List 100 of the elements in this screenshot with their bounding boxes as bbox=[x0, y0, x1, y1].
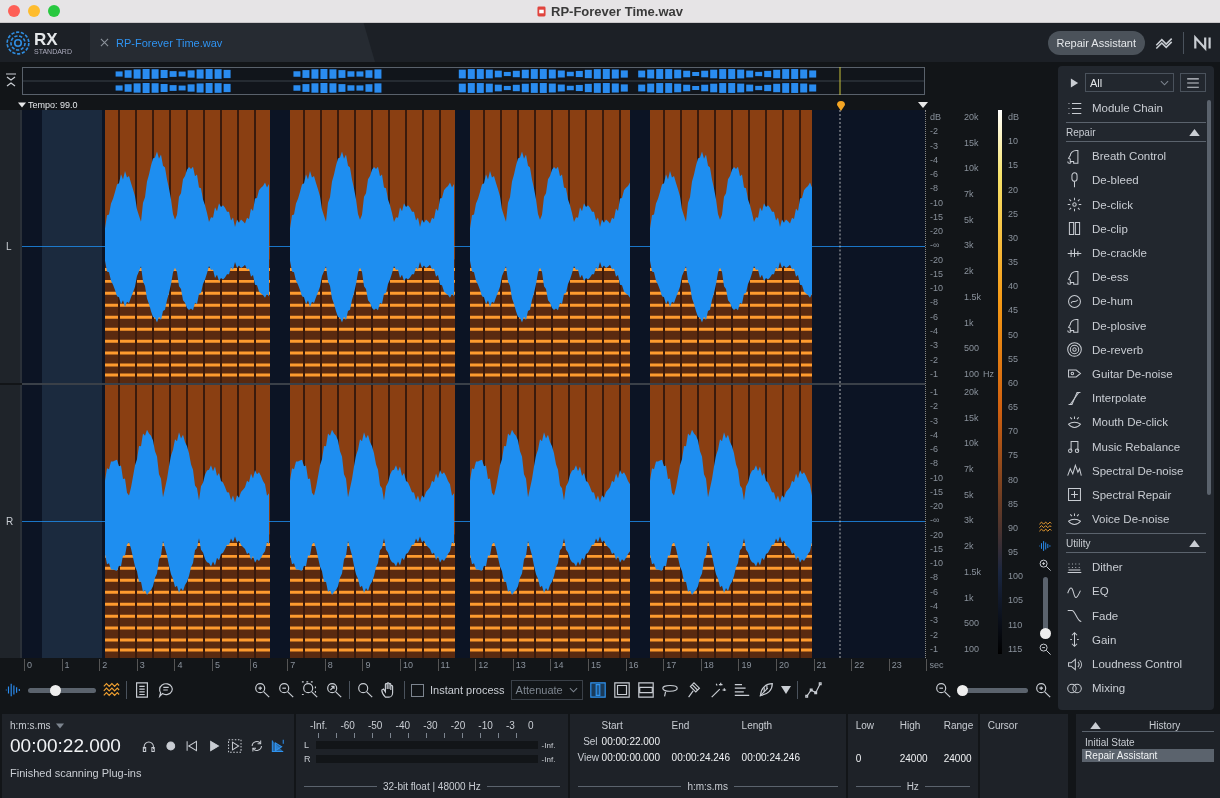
tempo-label[interactable]: Tempo: 99.0 bbox=[28, 100, 78, 110]
frequency-scale-label: 100 bbox=[964, 368, 980, 379]
file-tab[interactable]: RP-Forever Time.wav bbox=[90, 23, 375, 62]
speech-bubble-icon[interactable] bbox=[157, 681, 175, 699]
repair-assistant-button[interactable]: Repair Assistant bbox=[1047, 30, 1145, 55]
document-icon bbox=[537, 5, 546, 17]
magic-wand-icon[interactable] bbox=[708, 681, 727, 699]
module-item[interactable]: Mixing bbox=[1066, 676, 1206, 701]
time-axis-label: 23 bbox=[888, 659, 902, 671]
caret-icon[interactable] bbox=[780, 686, 791, 694]
spectrogram-drawing[interactable] bbox=[22, 110, 925, 383]
concentric-rings-icon bbox=[5, 29, 31, 56]
instant-process-checkbox[interactable] bbox=[411, 683, 424, 697]
module-item[interactable]: De-hum bbox=[1066, 289, 1206, 314]
waveform-icon[interactable] bbox=[1038, 539, 1052, 553]
playhead-marker-icon[interactable] bbox=[836, 99, 846, 111]
zoom-out-icon[interactable] bbox=[934, 681, 952, 699]
amplitude-scale-label: dB bbox=[930, 112, 942, 122]
module-item[interactable]: Loudness Control bbox=[1066, 651, 1206, 677]
zoom-out-icon[interactable] bbox=[1038, 642, 1052, 656]
module-item[interactable]: De-clip bbox=[1066, 216, 1206, 241]
time-select-icon[interactable] bbox=[588, 681, 607, 699]
zoom-out-icon[interactable] bbox=[277, 681, 295, 699]
meter-scale-label: -20 bbox=[450, 720, 466, 731]
time-format-dropdown[interactable]: h:m:s.ms bbox=[10, 720, 51, 731]
zoom-slider[interactable] bbox=[958, 687, 1028, 693]
module-item[interactable]: De-plosive bbox=[1066, 313, 1206, 338]
amplitude-scale-label: -10 bbox=[930, 558, 944, 569]
close-icon[interactable] bbox=[100, 38, 109, 47]
rect-select-icon[interactable] bbox=[612, 681, 631, 699]
zoom-in-icon[interactable] bbox=[1034, 681, 1052, 699]
rewind-icon[interactable] bbox=[184, 738, 200, 754]
spectrogram-drawing[interactable] bbox=[22, 385, 925, 658]
waveform-icon[interactable] bbox=[4, 681, 22, 699]
module-item[interactable]: Interpolate bbox=[1066, 386, 1206, 411]
menu-button[interactable] bbox=[1180, 73, 1206, 92]
section-header[interactable]: Repair bbox=[1066, 122, 1206, 143]
amplitude-scale-label: -4 bbox=[930, 429, 939, 440]
scrollbar[interactable] bbox=[1207, 100, 1211, 495]
opacity-slider[interactable] bbox=[28, 687, 96, 693]
triangle-icon[interactable] bbox=[18, 102, 26, 108]
frequency-scale-label: 500 bbox=[964, 343, 981, 354]
module-item[interactable]: De-reverb bbox=[1066, 337, 1206, 362]
amplitude-scale-label: -15 bbox=[930, 543, 944, 554]
band-select-icon[interactable] bbox=[636, 681, 655, 699]
follow-play-icon[interactable] bbox=[270, 738, 286, 754]
color-scale-label: 90 bbox=[1008, 522, 1019, 533]
module-item[interactable]: Gain bbox=[1066, 627, 1206, 652]
end-marker-icon[interactable] bbox=[918, 102, 928, 108]
spectrogram-icon[interactable] bbox=[1038, 520, 1052, 534]
history-item[interactable]: Repair Assistant bbox=[1082, 749, 1214, 762]
module-item[interactable]: EQ bbox=[1066, 579, 1206, 604]
value-field[interactable]: 24000 bbox=[943, 753, 980, 764]
vertical-zoom-slider[interactable] bbox=[1042, 577, 1048, 637]
triangle-icon[interactable] bbox=[1090, 722, 1102, 729]
section-header[interactable]: Utility bbox=[1066, 533, 1206, 554]
waveform-overview-drawing[interactable] bbox=[22, 67, 925, 95]
play-icon[interactable] bbox=[1070, 76, 1079, 89]
document-icon[interactable] bbox=[133, 681, 151, 699]
history-item[interactable]: Initial State bbox=[1082, 736, 1214, 749]
module-item[interactable]: Fade bbox=[1066, 603, 1206, 628]
channel-label[interactable]: R bbox=[6, 516, 14, 527]
module-item[interactable]: De-crackle bbox=[1066, 240, 1206, 266]
time-axis-label: 8 bbox=[324, 659, 333, 671]
zoom-in-icon[interactable] bbox=[1038, 558, 1052, 572]
module-item[interactable]: De-click bbox=[1066, 192, 1206, 217]
amplitude-scale-label: -3 bbox=[930, 140, 939, 151]
zoom-selection-icon[interactable] bbox=[301, 681, 319, 699]
module-item[interactable]: Dither bbox=[1066, 555, 1206, 580]
module-item[interactable]: Guitar De-noise bbox=[1066, 361, 1206, 387]
module-item[interactable]: Breath Control bbox=[1066, 144, 1206, 169]
value-field[interactable]: 00:00:24.246 bbox=[671, 752, 730, 763]
module-item[interactable]: Spectral De-noise bbox=[1066, 458, 1206, 483]
node-curve-icon[interactable] bbox=[803, 681, 822, 699]
module-item[interactable]: Mouth De-click bbox=[1066, 410, 1206, 435]
module-chain-item[interactable]: Module Chain bbox=[1066, 96, 1206, 121]
value-field[interactable]: 24000 bbox=[899, 753, 944, 764]
mode-dropdown[interactable]: Attenuate bbox=[510, 680, 583, 700]
module-item[interactable]: De-ess bbox=[1066, 265, 1206, 290]
checkbox-label[interactable]: Instant process bbox=[430, 684, 505, 696]
row-label: Sel bbox=[582, 736, 599, 747]
value-field[interactable]: 00:00:24.246 bbox=[741, 752, 800, 763]
filter-dropdown[interactable]: All bbox=[1085, 73, 1174, 92]
value-field[interactable]: 0 bbox=[855, 753, 900, 764]
play-selection-icon[interactable] bbox=[227, 738, 243, 754]
amplitude-scale-label: -8 bbox=[930, 572, 939, 583]
zoom-fit-icon[interactable] bbox=[325, 681, 343, 699]
value-field[interactable]: 00:00:00.000 bbox=[601, 752, 660, 763]
amplitude-scale-label: -3 bbox=[930, 340, 939, 351]
module-item[interactable]: Spectral Repair bbox=[1066, 482, 1206, 507]
harmonic-bars-icon[interactable] bbox=[732, 681, 751, 699]
module-item[interactable]: Voice De-noise bbox=[1066, 507, 1206, 532]
module-item[interactable]: Music Rebalance bbox=[1066, 434, 1206, 459]
zoom-in-icon[interactable] bbox=[253, 681, 271, 699]
search-icon[interactable] bbox=[356, 681, 374, 699]
channel-label[interactable]: L bbox=[6, 241, 12, 252]
amplitude-scale-label: -15 bbox=[930, 486, 944, 497]
value-field[interactable]: 00:00:22.000 bbox=[601, 736, 660, 747]
spectrogram-icon[interactable] bbox=[102, 681, 120, 699]
module-item[interactable]: De-bleed bbox=[1066, 168, 1206, 193]
